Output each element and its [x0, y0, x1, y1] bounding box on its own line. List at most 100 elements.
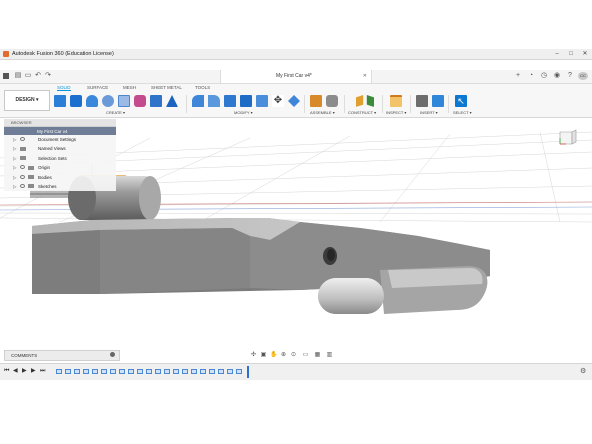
- browser-item-bodies[interactable]: ▷ Bodies: [4, 173, 116, 182]
- offset-plane-icon[interactable]: [356, 95, 364, 107]
- look-at-icon[interactable]: ▣: [260, 352, 267, 359]
- browser-root-item[interactable]: My First Car v4: [4, 127, 116, 135]
- job-status-icon[interactable]: ◷: [540, 72, 548, 80]
- tab-sheet-metal[interactable]: SHEET METAL: [151, 85, 182, 90]
- next-step-icon[interactable]: ▶: [31, 368, 36, 375]
- timeline-feature[interactable]: [83, 369, 89, 374]
- align-icon[interactable]: [288, 95, 300, 107]
- tab-solid[interactable]: SOLID: [57, 85, 71, 91]
- file-menu-icon[interactable]: ▤: [14, 72, 22, 80]
- timeline-feature[interactable]: [101, 369, 107, 374]
- fillet-icon[interactable]: [208, 95, 220, 107]
- measure-icon[interactable]: [390, 95, 402, 107]
- move-copy-icon[interactable]: ✥: [272, 95, 284, 107]
- workspace-switcher-button[interactable]: DESIGN ▾: [4, 90, 50, 111]
- fit-icon[interactable]: ⊙: [290, 352, 297, 359]
- expand-arrow-icon[interactable]: ▷: [13, 165, 16, 171]
- timeline-feature[interactable]: [65, 369, 71, 374]
- timeline-feature[interactable]: [182, 369, 188, 374]
- timeline-feature[interactable]: [227, 369, 233, 374]
- chamfer-icon[interactable]: [224, 95, 236, 107]
- timeline-feature[interactable]: [92, 369, 98, 374]
- assemble-group-label[interactable]: ASSEMBLE ▾: [310, 110, 335, 115]
- new-component-icon[interactable]: [54, 95, 66, 107]
- select-cursor-icon[interactable]: ↖: [455, 95, 467, 107]
- pattern-icon[interactable]: [166, 95, 178, 107]
- tab-tools[interactable]: TOOLS: [195, 85, 210, 90]
- maximize-button[interactable]: □: [564, 49, 578, 59]
- user-avatar[interactable]: CC: [578, 72, 588, 80]
- expand-arrow-icon[interactable]: ▷: [13, 175, 16, 181]
- timeline-feature[interactable]: [119, 369, 125, 374]
- create-group-label[interactable]: CREATE ▾: [106, 110, 125, 115]
- notifications-icon[interactable]: ◉: [553, 72, 561, 80]
- grid-settings-icon[interactable]: ▦: [314, 352, 321, 359]
- modify-group-label[interactable]: MODIFY ▾: [234, 110, 253, 115]
- joint-icon[interactable]: [326, 95, 338, 107]
- insert-canvas-icon[interactable]: [432, 95, 444, 107]
- timeline-feature[interactable]: [146, 369, 152, 374]
- comments-panel[interactable]: COMMENTS: [4, 350, 120, 361]
- browser-item-sketches[interactable]: ▷ Sketches: [4, 182, 116, 191]
- tab-mesh[interactable]: MESH: [123, 85, 136, 90]
- timeline-feature[interactable]: [74, 369, 80, 374]
- timeline-feature[interactable]: [209, 369, 215, 374]
- viewports-icon[interactable]: ▥: [326, 352, 333, 359]
- tab-surface[interactable]: SURFACE: [87, 85, 108, 90]
- pan-hand-icon[interactable]: ✋: [270, 352, 277, 359]
- document-tab[interactable]: My First Car v4* ✕: [220, 70, 372, 83]
- expand-arrow-icon[interactable]: ▷: [13, 156, 16, 162]
- timeline-feature[interactable]: [218, 369, 224, 374]
- timeline-marker[interactable]: [247, 366, 249, 378]
- timeline-feature[interactable]: [191, 369, 197, 374]
- visibility-eye-icon[interactable]: [20, 174, 25, 179]
- combine-icon[interactable]: [256, 95, 268, 107]
- expand-arrow-icon[interactable]: ▷: [13, 137, 16, 143]
- press-pull-icon[interactable]: [192, 95, 204, 107]
- save-icon[interactable]: ▭: [24, 72, 32, 80]
- expand-arrow-icon[interactable]: ▷: [13, 184, 16, 190]
- inspect-group-label[interactable]: INSPECT ▾: [386, 110, 406, 115]
- shell-icon[interactable]: [240, 95, 252, 107]
- close-window-button[interactable]: ✕: [578, 49, 592, 59]
- timeline-feature[interactable]: [128, 369, 134, 374]
- browser-item-named-views[interactable]: ▷ Named Views: [4, 144, 116, 153]
- help-icon[interactable]: ?: [566, 72, 574, 80]
- timeline-feature[interactable]: [155, 369, 161, 374]
- minimize-button[interactable]: –: [550, 49, 564, 59]
- new-component-assemble-icon[interactable]: [310, 95, 322, 107]
- timeline-feature[interactable]: [236, 369, 242, 374]
- view-cube[interactable]: [556, 128, 578, 148]
- timeline-feature[interactable]: [56, 369, 62, 374]
- browser-item-selection-sets[interactable]: ▷ Selection Sets: [4, 154, 116, 163]
- display-settings-icon[interactable]: ▭: [302, 352, 309, 359]
- extrude-icon[interactable]: [86, 95, 98, 107]
- form-icon[interactable]: [134, 95, 146, 107]
- hole-icon[interactable]: [118, 95, 130, 107]
- box-icon[interactable]: [150, 95, 162, 107]
- timeline-feature[interactable]: [200, 369, 206, 374]
- visibility-eye-icon[interactable]: [20, 165, 25, 170]
- midplane-icon[interactable]: [366, 95, 374, 107]
- data-panel-grid-icon[interactable]: [3, 73, 9, 79]
- timeline-feature[interactable]: [137, 369, 143, 374]
- insert-group-label[interactable]: INSERT ▾: [420, 110, 438, 115]
- insert-derive-icon[interactable]: [416, 95, 428, 107]
- previous-step-icon[interactable]: ◀: [13, 368, 18, 375]
- revolve-icon[interactable]: [102, 95, 114, 107]
- expand-arrow-icon[interactable]: ▷: [13, 146, 16, 152]
- play-icon[interactable]: ▶: [22, 368, 27, 375]
- close-tab-icon[interactable]: ✕: [363, 73, 367, 79]
- add-comment-icon[interactable]: [110, 352, 115, 357]
- orbit-icon[interactable]: ✣: [250, 352, 257, 359]
- extensions-icon[interactable]: ◔: [527, 72, 535, 80]
- timeline-feature[interactable]: [164, 369, 170, 374]
- create-sketch-icon[interactable]: [70, 95, 82, 107]
- browser-item-document-settings[interactable]: ▷ Document Settings: [4, 135, 116, 144]
- browser-item-origin[interactable]: ▷ Origin: [4, 163, 116, 172]
- visibility-eye-icon[interactable]: [20, 183, 25, 188]
- timeline-feature[interactable]: [173, 369, 179, 374]
- redo-icon[interactable]: ↷: [44, 72, 52, 80]
- timeline-feature[interactable]: [110, 369, 116, 374]
- new-tab-icon[interactable]: +: [514, 72, 522, 80]
